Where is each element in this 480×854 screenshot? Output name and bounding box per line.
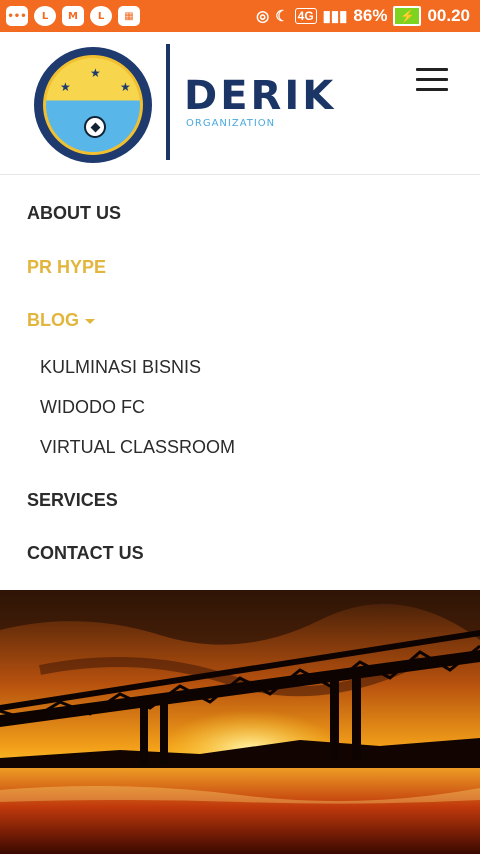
sunset-bridge-illustration: [0, 590, 480, 854]
nav-sub-virtual-classroom[interactable]: VIRTUAL CLASSROOM: [40, 437, 235, 458]
nav-item-blog[interactable]: BLOG: [27, 310, 95, 331]
notification-icons: ••• L M L ▦: [0, 6, 140, 26]
soccer-ball-icon: [84, 116, 106, 138]
logo-emblem[interactable]: ★ ★ ★: [34, 47, 152, 163]
line-icon: L: [34, 6, 56, 26]
nav-item-services[interactable]: SERVICES: [27, 490, 118, 511]
menu-hamburger-icon[interactable]: [416, 68, 448, 92]
more-icon: •••: [6, 6, 28, 26]
nav-item-about-us[interactable]: ABOUT US: [27, 203, 121, 224]
star-icon: ★: [90, 66, 101, 80]
site-header: ★ ★ ★ DERIK ORGANIZATION: [0, 32, 480, 175]
brand-subtitle: ORGANIZATION: [186, 118, 276, 129]
logo-divider: [166, 44, 170, 160]
hero-image: [0, 590, 480, 854]
battery-percent: 86%: [353, 6, 388, 25]
nav-sub-kulminasi-bisnis[interactable]: KULMINASI BISNIS: [40, 357, 201, 378]
caret-down-icon: [85, 318, 95, 324]
line-icon: L: [90, 6, 112, 26]
signal-icon: ▮▮▮: [322, 8, 348, 25]
star-icon: ★: [120, 80, 131, 94]
brand-name[interactable]: DERIK: [184, 76, 336, 116]
battery-charging-icon: ⚡: [393, 6, 422, 26]
nav-item-pr-hype[interactable]: PR HYPE: [27, 257, 106, 278]
app-icon: ▦: [118, 6, 140, 26]
star-icon: ★: [60, 80, 71, 94]
gmail-icon: M: [62, 6, 84, 26]
clock: 00.20: [427, 6, 470, 25]
network-type: 4G: [294, 8, 317, 24]
nav-sub-widodo-fc[interactable]: WIDODO FC: [40, 397, 145, 418]
status-bar: ••• L M L ▦ ◎ ☾ 4G ▮▮▮ 86% ⚡ 00.20: [0, 0, 480, 32]
moon-icon: ☾: [275, 8, 289, 25]
logo-shield-icon: ★ ★ ★: [43, 55, 143, 155]
system-icons: ◎ ☾ 4G ▮▮▮ 86% ⚡ 00.20: [256, 6, 480, 26]
nav-item-contact-us[interactable]: CONTACT US: [27, 543, 144, 564]
main-nav: ABOUT US PR HYPE BLOG KULMINASI BISNIS W…: [0, 175, 480, 590]
nav-item-blog-label: BLOG: [27, 310, 79, 330]
hotspot-icon: ◎: [256, 8, 270, 25]
